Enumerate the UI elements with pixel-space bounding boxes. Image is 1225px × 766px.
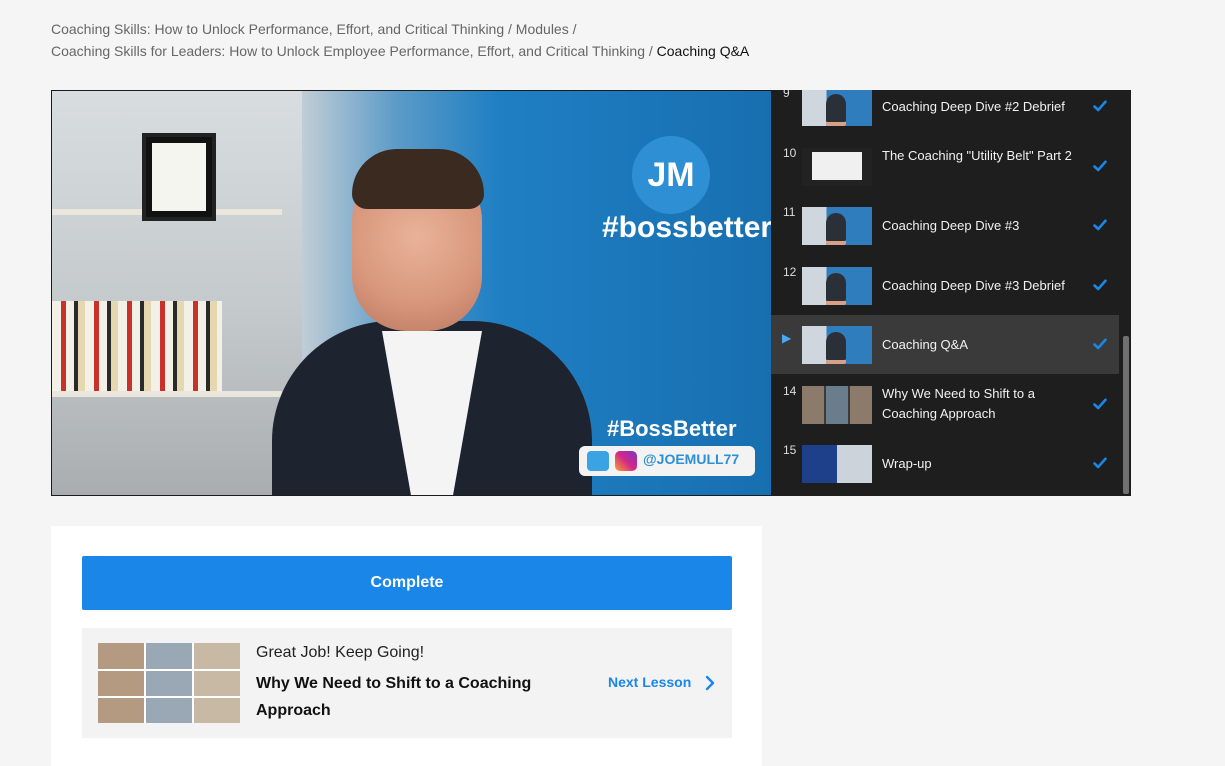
lesson-playlist[interactable]: 9 Coaching Deep Dive #2 Debrief 10 The Coac…	[771, 90, 1131, 496]
breadcrumb-separator: /	[568, 21, 577, 37]
playlist-item-thumbnail	[802, 326, 872, 364]
playlist-item[interactable]: 15 Wrap-up	[771, 434, 1119, 493]
breadcrumb-course-link[interactable]: Coaching Skills: How to Unlock Performan…	[51, 21, 504, 37]
breadcrumb-line-1: Coaching Skills: How to Unlock Performan…	[51, 18, 749, 40]
video-frame[interactable]: JM #bossbetter #BossBetter @JOEMULL77	[52, 91, 771, 495]
playlist-item-title: Wrap-up	[882, 456, 932, 471]
playlist-item-title: Coaching Deep Dive #3 Debrief	[882, 277, 1065, 293]
playlist-item[interactable]: 9 Coaching Deep Dive #2 Debrief	[771, 90, 1119, 136]
playlist-item-thumbnail	[802, 445, 872, 483]
breadcrumb-separator: /	[504, 21, 516, 37]
playlist-item-thumbnail	[802, 147, 872, 186]
playlist-item[interactable]: 11 Coaching Deep Dive #3	[771, 196, 1119, 255]
video-picture-frame	[142, 133, 216, 221]
next-lesson-link[interactable]: Next Lesson	[608, 674, 691, 690]
next-lesson-thumbnail[interactable]	[98, 643, 240, 723]
checkmark-icon	[1093, 338, 1107, 350]
next-lesson-encouragement: Great Job! Keep Going!	[256, 644, 425, 661]
breadcrumb-separator: /	[644, 43, 657, 59]
playlist-item[interactable]: ▶ Coaching Q&A	[771, 315, 1119, 374]
video-hashtag-top: #bossbetter	[602, 211, 771, 244]
checkmark-icon	[1093, 100, 1107, 112]
play-icon: ▶	[782, 331, 792, 345]
next-lesson-title: Why We Need to Shift to a Coaching Appro…	[256, 675, 532, 719]
social-handle-text: @JOEMULL77	[643, 451, 740, 467]
video-hashtag-bottom: #BossBetter	[607, 416, 737, 441]
complete-button[interactable]: Complete	[82, 556, 732, 610]
twitter-icon	[587, 451, 609, 471]
playlist-item[interactable]: 12 Coaching Deep Dive #3 Debrief	[771, 256, 1119, 315]
playlist-item-thumbnail	[802, 266, 872, 305]
video-books	[52, 301, 222, 391]
checkmark-icon	[1093, 457, 1107, 469]
playlist-scrollbar[interactable]	[1123, 336, 1129, 494]
next-lesson-card: Great Job! Keep Going! Why We Need to Sh…	[82, 628, 732, 738]
breadcrumb: Coaching Skills: How to Unlock Performan…	[51, 18, 749, 62]
breadcrumb-modules-link[interactable]: Modules	[516, 21, 569, 37]
playlist-item-thumbnail	[802, 385, 872, 424]
playlist-item-thumbnail	[802, 90, 872, 126]
checkmark-icon	[1093, 219, 1107, 231]
playlist-item-title: Coaching Q&A	[882, 337, 968, 352]
video-player: JM #bossbetter #BossBetter @JOEMULL77 9C…	[51, 90, 1131, 496]
playlist-item-thumbnail	[802, 207, 872, 245]
chevron-right-icon[interactable]	[704, 675, 716, 691]
checkmark-icon	[1093, 398, 1107, 409]
playlist-item-title: Coaching Deep Dive #3	[882, 218, 1020, 233]
breadcrumb-line-2: Coaching Skills for Leaders: How to Unlo…	[51, 40, 749, 62]
jm-logo: JM	[632, 136, 710, 214]
breadcrumb-current: Coaching Q&A	[656, 43, 750, 59]
checkmark-icon	[1093, 279, 1107, 290]
checkmark-icon	[1093, 160, 1107, 171]
playlist-item-title: Why We Need to Shift to a Coaching Appro…	[882, 385, 1035, 421]
breadcrumb-module-link[interactable]: Coaching Skills for Leaders: How to Unlo…	[51, 43, 645, 59]
lesson-panel: Complete Great Job! Keep Going! Why We N…	[51, 526, 762, 766]
playlist-item[interactable]: 14 Why We Need to Shift to a Coaching App…	[771, 375, 1119, 434]
instagram-icon	[615, 451, 637, 471]
video-shelf	[52, 391, 282, 397]
video-presenter-hair	[352, 149, 484, 209]
playlist-item-title: Coaching Deep Dive #2 Debrief	[882, 99, 1065, 114]
playlist-item-title: The Coaching "Utility Belt" Part 2	[882, 147, 1072, 163]
social-handle-banner: @JOEMULL77	[579, 446, 755, 476]
playlist-item[interactable]: 10 The Coaching "Utility Belt" Part 2	[771, 137, 1119, 196]
